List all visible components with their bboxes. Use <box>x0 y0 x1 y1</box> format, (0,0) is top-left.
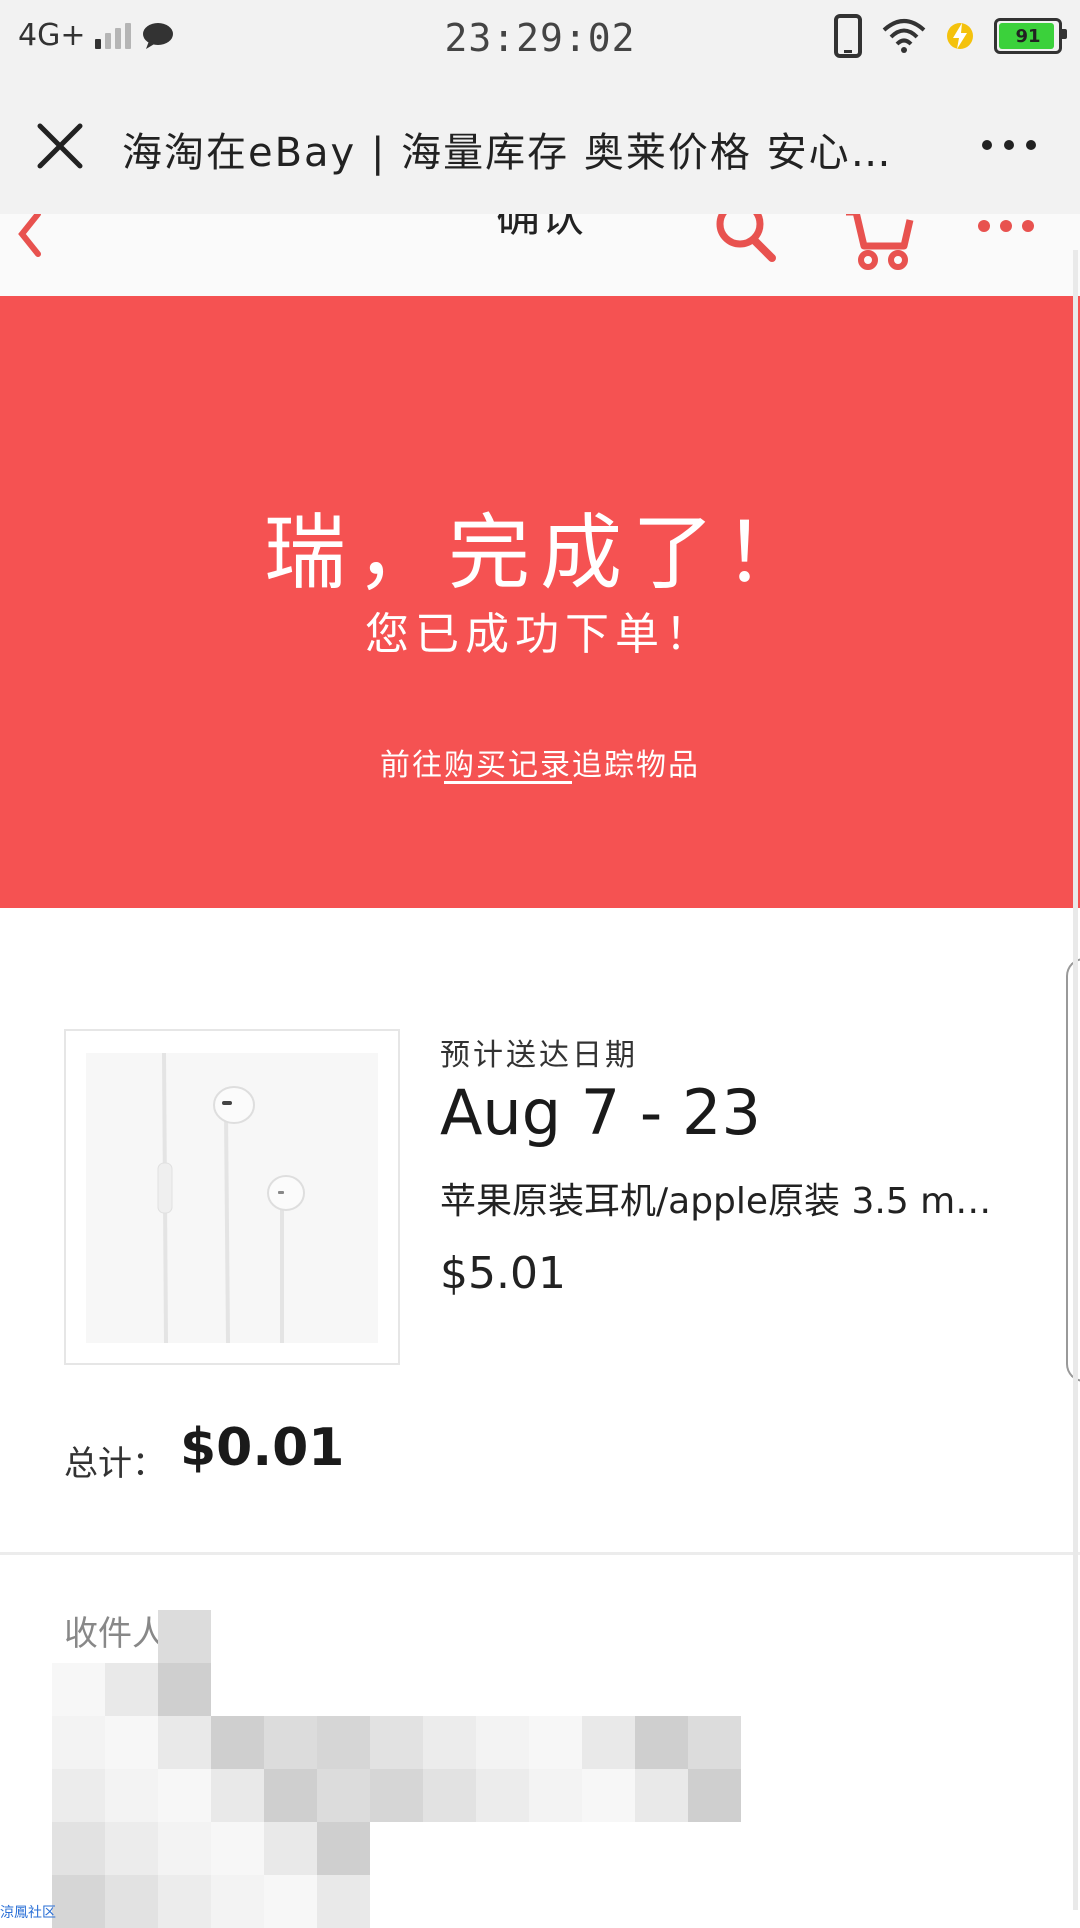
shipping-label: 收件人 <box>64 1614 166 1654</box>
mosaic-cell <box>317 1769 370 1822</box>
search-icon <box>716 214 776 262</box>
mosaic-cell <box>52 1663 105 1716</box>
purchase-history-link[interactable]: 购买记录 <box>444 748 572 783</box>
mosaic-cell <box>105 1769 158 1822</box>
banner-subtitle: 您已成功下单！ <box>365 609 715 660</box>
battery-level: 91 <box>1015 25 1041 47</box>
mosaic-cell <box>211 1769 264 1822</box>
mosaic-cell <box>264 1769 317 1822</box>
mosaic-cell <box>423 1769 476 1822</box>
mosaic-cell <box>317 1875 370 1928</box>
webview-title-bar: 海淘在eBay | 海量库存 奥莱价格 安心… <box>0 78 1080 215</box>
product-title[interactable]: 苹果原装耳机/apple原装 3.5 mm... <box>440 1172 1020 1224</box>
mosaic-cell <box>158 1769 211 1822</box>
webview-title: 海淘在eBay | 海量库存 奥莱价格 安心… <box>122 130 893 176</box>
charging-bolt-icon <box>947 23 973 49</box>
mosaic-cell <box>370 1716 423 1769</box>
mosaic-cell <box>688 1716 741 1769</box>
mosaic-cell <box>105 1822 158 1875</box>
mosaic-cell <box>211 1875 264 1928</box>
delivery-label: 预计送达日期 <box>440 1038 638 1073</box>
mosaic-cell <box>317 1716 370 1769</box>
delivery-date: Aug 7 - 23 <box>440 1076 761 1149</box>
mosaic-cell <box>476 1769 529 1822</box>
mosaic-cell <box>264 1875 317 1928</box>
mosaic-cell <box>52 1822 105 1875</box>
mosaic-cell <box>317 1822 370 1875</box>
banner-headline: 瑞，完成了！ <box>263 506 816 601</box>
total-label: 总计： <box>64 1444 166 1484</box>
search-button[interactable] <box>712 214 780 268</box>
page-title: 确认 <box>496 214 584 242</box>
mosaic-cell <box>476 1716 529 1769</box>
mosaic-cell <box>688 1769 741 1822</box>
mosaic-cell <box>52 1716 105 1769</box>
header-more-dots-icon[interactable] <box>978 220 1034 232</box>
link-suffix: 追踪物品 <box>572 748 700 783</box>
battery-icon: 91 <box>994 18 1067 54</box>
wifi-icon <box>882 19 926 53</box>
close-button[interactable] <box>30 116 90 176</box>
mosaic-cell <box>635 1716 688 1769</box>
phone-outline-icon <box>834 14 862 58</box>
mosaic-cell <box>158 1822 211 1875</box>
mosaic-cell <box>582 1769 635 1822</box>
mosaic-cell <box>529 1769 582 1822</box>
total-value: $0.01 <box>180 1418 345 1478</box>
link-prefix: 前往 <box>380 748 444 783</box>
product-image[interactable] <box>64 1029 400 1365</box>
earphones-image <box>157 1052 305 1344</box>
banner-link-line: 前往购买记录追踪物品 <box>0 740 1080 784</box>
mosaic-cell <box>158 1716 211 1769</box>
mosaic-cell <box>264 1716 317 1769</box>
cart-button[interactable] <box>844 214 914 276</box>
mosaic-cell <box>105 1875 158 1928</box>
section-divider <box>0 1552 1080 1555</box>
site-header: 确认 <box>0 214 1080 296</box>
mosaic-cell <box>211 1716 264 1769</box>
mosaic-cell <box>52 1769 105 1822</box>
mosaic-cell <box>635 1769 688 1822</box>
confirmation-banner: 瑞，完成了！ 您已成功下单！ 前往购买记录追踪物品 <box>0 296 1080 908</box>
mosaic-cell <box>211 1822 264 1875</box>
mosaic-cell <box>158 1663 211 1716</box>
product-price: $5.01 <box>440 1248 566 1299</box>
mosaic-cell <box>158 1610 211 1663</box>
mosaic-cell <box>158 1875 211 1928</box>
close-icon <box>37 123 83 169</box>
watermark: 涼鳳社区 <box>0 1905 56 1921</box>
status-bar: 4G+ 23:29:02 91 <box>0 0 1080 78</box>
mosaic-cell <box>264 1822 317 1875</box>
scrollbar[interactable] <box>1073 250 1078 1910</box>
more-dots-icon[interactable] <box>982 140 1036 150</box>
mosaic-cell <box>582 1716 635 1769</box>
status-right: 91 <box>834 14 1067 58</box>
cart-icon <box>846 214 914 270</box>
mosaic-cell <box>105 1663 158 1716</box>
mosaic-cell <box>529 1716 582 1769</box>
mosaic-cell <box>370 1769 423 1822</box>
mosaic-cell <box>423 1716 476 1769</box>
mosaic-cell <box>52 1875 105 1928</box>
mosaic-cell <box>105 1716 158 1769</box>
